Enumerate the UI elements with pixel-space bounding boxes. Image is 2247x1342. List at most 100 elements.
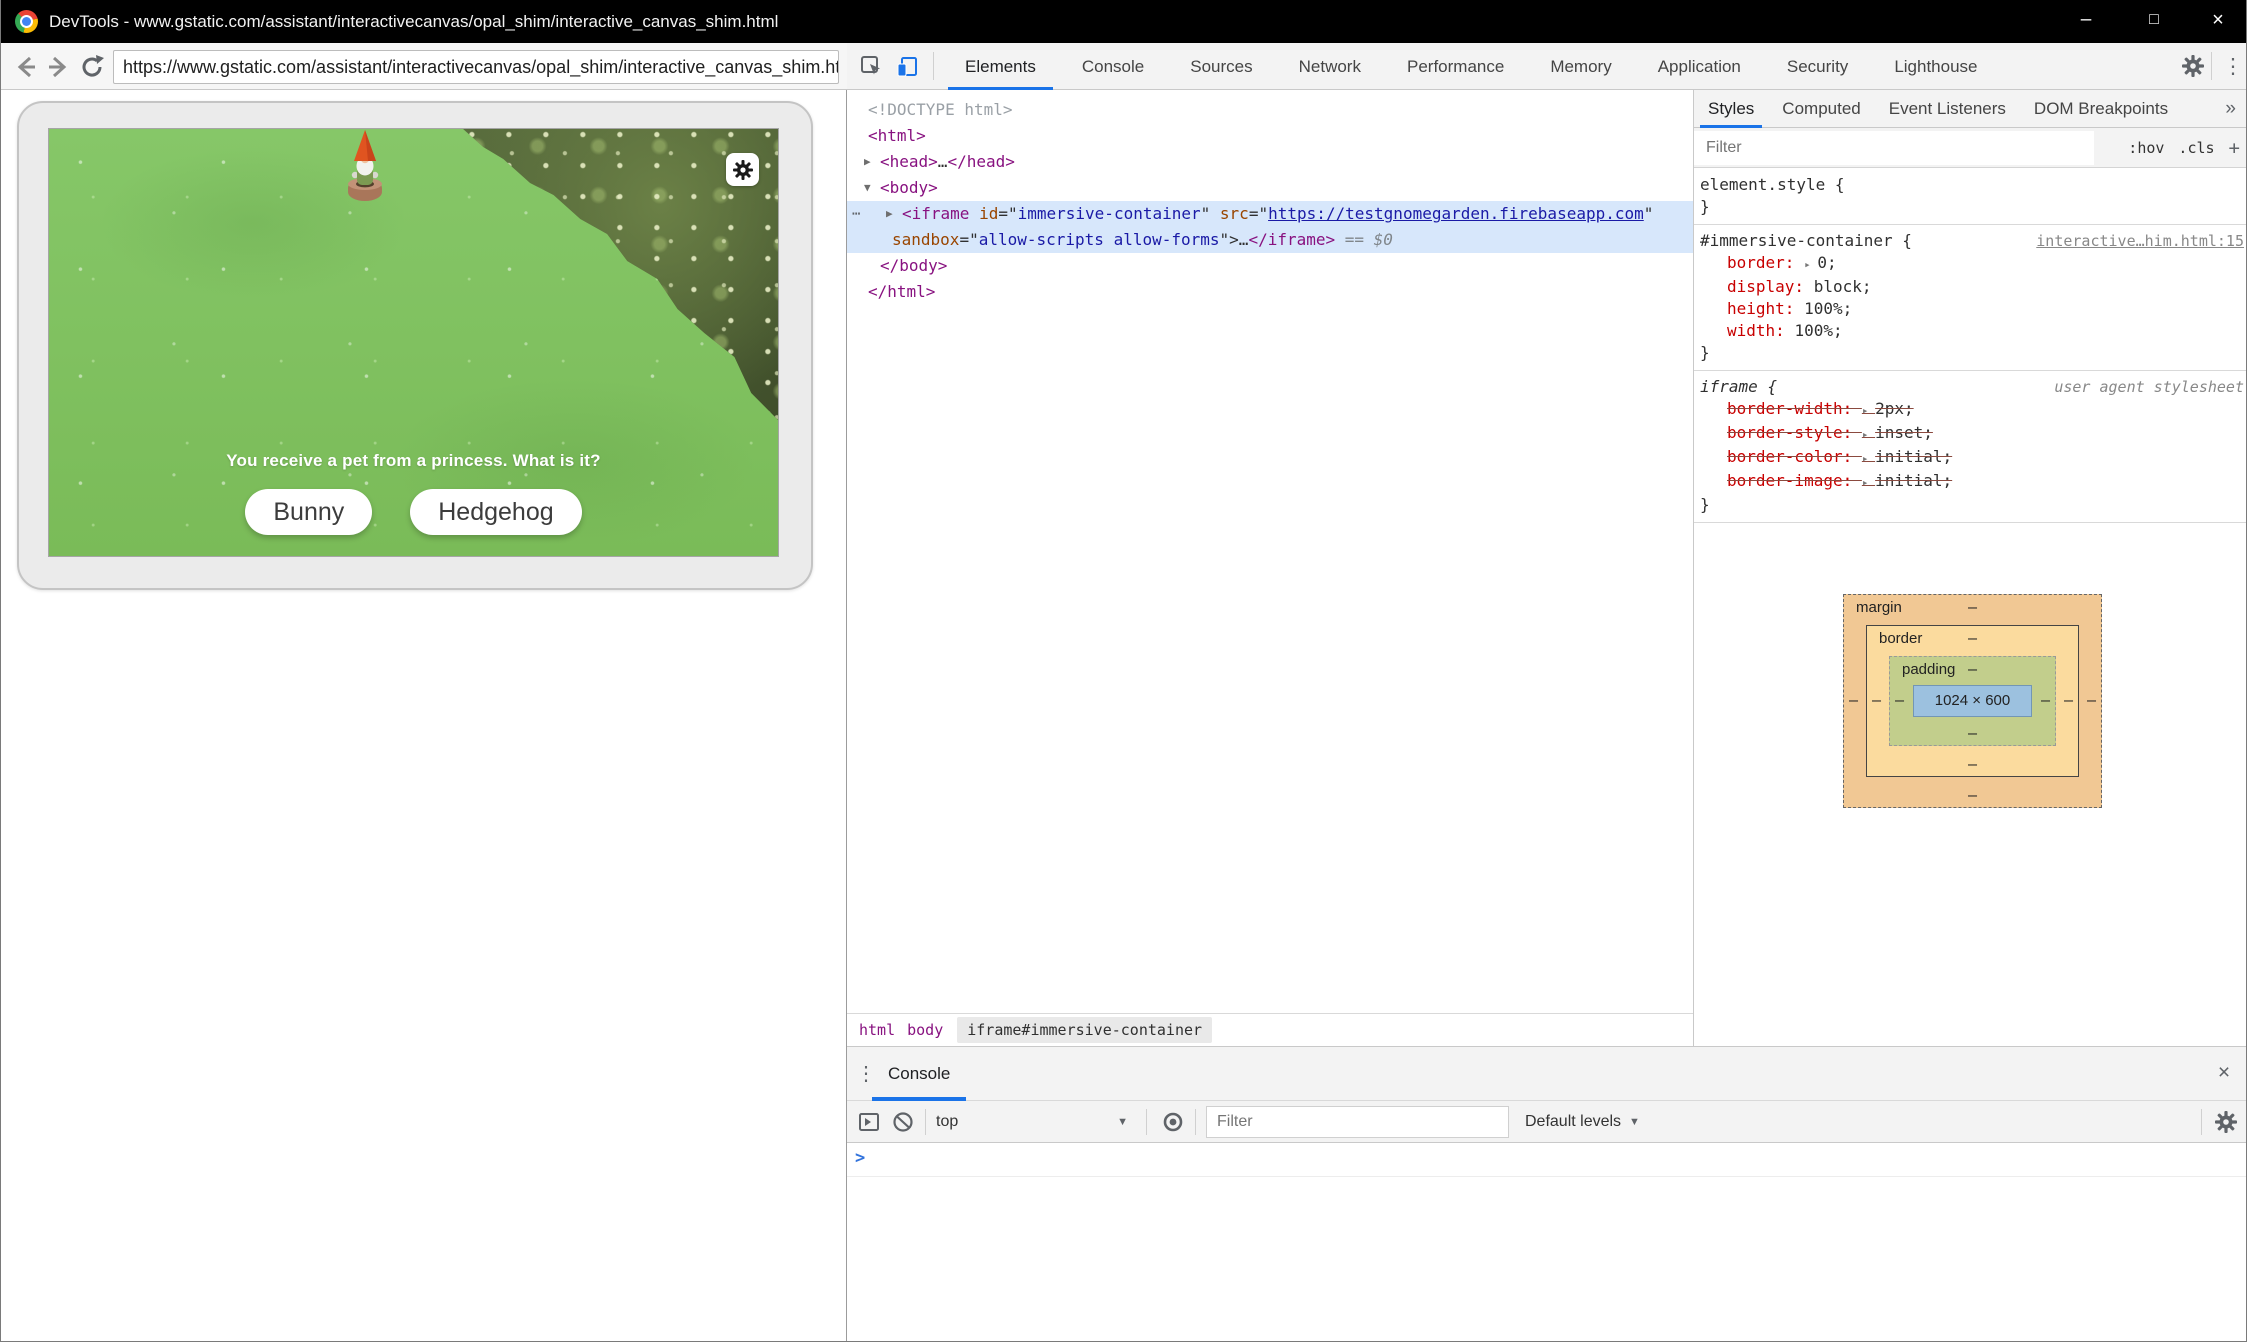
console-settings-gear-icon[interactable] [2214,1110,2238,1134]
css-declaration-border[interactable]: border: ▸ 0; [1700,252,2242,276]
tab-console-drawer[interactable]: Console [888,1047,950,1101]
toolbar-divider [925,1109,926,1135]
device-frame: You receive a pet from a princess. What … [17,101,813,590]
window-maximize-button[interactable]: □ [2132,0,2176,43]
code-token: =" [959,230,978,249]
tab-network[interactable]: Network [1276,43,1384,90]
rule-source-link[interactable]: interactive…him.html:15 [2036,230,2244,252]
tab-console[interactable]: Console [1059,43,1167,90]
window-minimize-button[interactable]: – [2064,0,2108,43]
console-prompt-row[interactable]: > [847,1143,2247,1177]
margin-top-value: – [1968,598,1977,616]
code-token: <head> [880,152,938,171]
page-viewport: You receive a pet from a princess. What … [1,90,847,1342]
code-token: "> [1220,230,1239,249]
new-style-rule-button[interactable]: + [2229,137,2240,159]
tab-performance[interactable]: Performance [1384,43,1527,90]
tab-memory[interactable]: Memory [1527,43,1634,90]
url-bar[interactable]: https://www.gstatic.com/assistant/intera… [113,50,839,84]
dom-node[interactable]: ▼<body> [847,175,1693,201]
css-declaration-border-image[interactable]: border-image: ▸ initial; [1700,470,2242,494]
code-token: src [1220,204,1249,223]
inspect-element-icon[interactable] [859,54,883,78]
code-token: id [979,204,998,223]
css-declaration-height[interactable]: height: 100%; [1700,298,2242,320]
console-filter-input[interactable] [1206,1106,1509,1138]
dom-node[interactable]: <!DOCTYPE html> [847,97,1693,123]
dom-node[interactable]: </body> [847,253,1693,279]
tab-lighthouse[interactable]: Lighthouse [1871,43,2000,90]
iframe-src-link[interactable]: https://testgnomegarden.firebaseapp.com [1268,204,1644,223]
collapse-icon[interactable]: ▼ [864,175,871,201]
console-sidebar-toggle-icon[interactable] [857,1110,881,1134]
styles-filter-input[interactable] [1694,131,2094,165]
dom-node[interactable]: ▶ <head>…</head> [847,149,1693,175]
sidebar-tab-styles[interactable]: Styles [1694,90,1768,128]
drawer-menu-icon[interactable]: ⋮ [853,1047,879,1101]
code-token: " [1644,204,1654,223]
choice-button-bunny[interactable]: Bunny [245,489,372,535]
style-rule: #immersive-container {interactive…him.ht… [1694,225,2247,371]
tab-security[interactable]: Security [1764,43,1871,90]
tab-application[interactable]: Application [1635,43,1764,90]
tab-elements[interactable]: Elements [942,43,1059,90]
back-icon[interactable] [11,52,41,82]
padding-left-value: – [1895,691,1904,709]
sidebar-tab-computed[interactable]: Computed [1768,90,1874,128]
devtools-menu-icon[interactable]: ⋮ [2218,43,2247,90]
css-declaration-display[interactable]: display: block; [1700,276,2242,298]
expand-icon[interactable]: ▶ [886,201,893,227]
clear-console-icon[interactable] [891,1110,915,1134]
window-title: DevTools - www.gstatic.com/assistant/int… [49,0,778,43]
javascript-context-dropdown[interactable]: top ▼ [936,1113,1136,1131]
sidebar-tab-event-listeners[interactable]: Event Listeners [1875,90,2020,128]
rule-source-link[interactable]: user agent stylesheet [2054,376,2244,398]
devtools-tabbar: ElementsConsoleSourcesNetworkPerformance… [847,43,2247,90]
rule-closing-brace: } [1700,196,2242,218]
window-close-button[interactable]: × [2196,0,2240,43]
dom-node-wrap[interactable]: sandbox="allow-scripts allow-forms">…</i… [847,227,1693,253]
breadcrumb-html[interactable]: html [859,1021,895,1039]
toggle-hover-state[interactable]: :hov [2128,139,2164,157]
dom-node[interactable]: </html> [847,279,1693,305]
code-token: … [938,152,948,171]
chrome-favicon-icon [15,10,38,33]
css-declaration-border-width[interactable]: border-width: ▸ 2px; [1700,398,2242,422]
dom-node[interactable]: <html> [847,123,1693,149]
sidebar-tab-dom-breakpoints[interactable]: DOM Breakpoints [2020,90,2182,128]
forward-icon[interactable] [43,52,73,82]
breadcrumb-iframe[interactable]: iframe#immersive-container [957,1017,1212,1043]
css-declaration-border-style[interactable]: border-style: ▸ inset; [1700,422,2242,446]
gnome-character [343,130,387,203]
toolbar-divider [2211,52,2212,80]
sidebar-more-tabs-icon[interactable]: » [2225,98,2247,120]
devtools-window: DevTools - www.gstatic.com/assistant/int… [0,0,2247,1342]
css-declaration-border-color[interactable]: border-color: ▸ initial; [1700,446,2242,470]
reload-icon[interactable] [77,52,107,82]
close-drawer-icon[interactable]: × [2208,1047,2240,1101]
toggle-element-classes[interactable]: .cls [2178,139,2214,157]
tab-sources[interactable]: Sources [1167,43,1275,90]
node-options-icon[interactable]: ⋯ [852,201,859,227]
css-declaration-width[interactable]: width: 100%; [1700,320,2242,342]
live-expression-eye-icon[interactable] [1161,1110,1185,1134]
code-token: … [1239,230,1249,249]
device-toolbar-icon[interactable] [895,54,919,78]
rule-selector: element.style { [1700,175,1845,194]
box-model-content: 1024 × 600 [1913,685,2032,717]
toolbar-divider [1195,1109,1196,1135]
breadcrumb-body[interactable]: body [907,1021,943,1039]
expand-icon[interactable]: ▶ [864,149,871,175]
rule-closing-brace: } [1700,342,2242,364]
game-settings-button[interactable] [726,153,759,186]
log-levels-dropdown[interactable]: Default levels ▼ [1525,1113,1640,1131]
code-token: </head> [947,152,1014,171]
border-left-value: – [1872,691,1881,709]
margin-left-value: – [1849,691,1858,709]
choice-button-hedgehog[interactable]: Hedgehog [410,489,581,535]
devtools-tabs: ElementsConsoleSourcesNetworkPerformance… [942,43,2001,90]
code-token: </iframe> [1248,230,1335,249]
levels-label: Default levels [1525,1113,1621,1131]
devtools-settings-gear-icon[interactable] [2181,54,2205,78]
dom-node[interactable]: ⋯▶<iframe id="immersive-container" src="… [847,201,1693,227]
